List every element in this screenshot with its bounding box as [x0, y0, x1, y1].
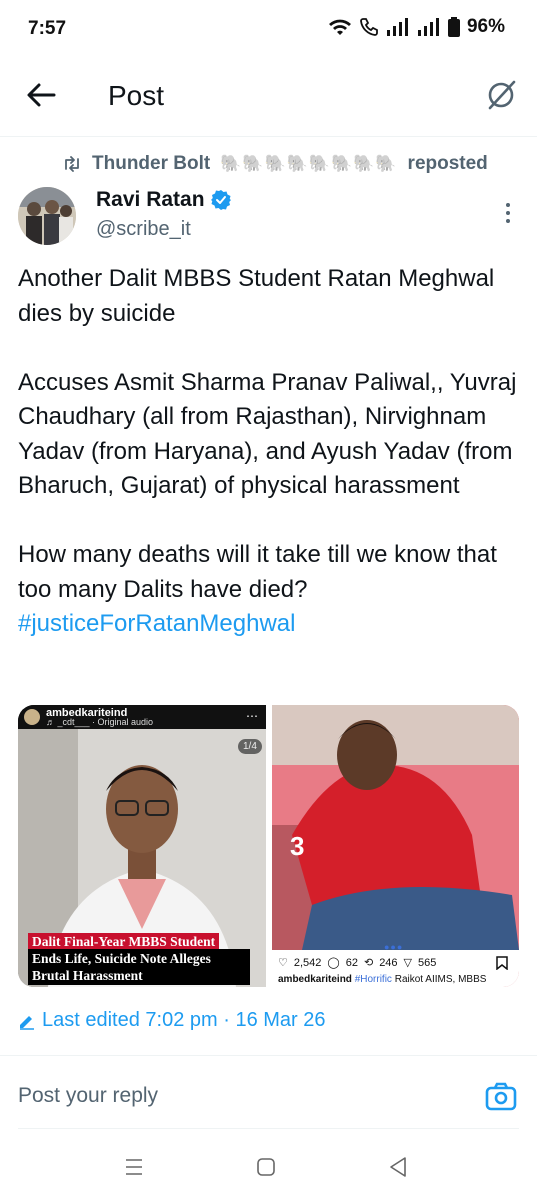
ig-audio-label: ♬ _cdt___ · Original audio [46, 717, 154, 727]
post-paragraph-1: Another Dalit MBBS Student Ratan Meghwal… [18, 265, 495, 327]
likes-count: 2,542 [293, 956, 322, 969]
media-image-1[interactable]: ambedkariteind ♬ _cdt___ · Original audi… [18, 705, 266, 987]
post-paragraph-3: How many deaths will it take till we kno… [18, 541, 497, 603]
media-image-2[interactable]: 3 ●●● ♡ 2,542 ◯ 62 ⟲ 246 ▽ 565 ambedkaritein… [272, 705, 519, 987]
last-edited-text: Last edited 7:02 pm · 16 Mar 26 [42, 1009, 326, 1031]
repost-icon-small: ⟲ [363, 957, 374, 969]
more-vertical-icon[interactable] [498, 200, 518, 226]
ig-more-icon: ⋯ [246, 709, 258, 723]
reply-divider [18, 1128, 519, 1129]
status-time: 7:57 [28, 18, 67, 39]
status-bar: 7:57 96% [0, 0, 537, 60]
author-name-row[interactable]: Ravi Ratan [96, 188, 231, 212]
reposts-count: 246 [379, 956, 398, 969]
battery-icon [447, 17, 460, 37]
caption-black: Ends Life, Suicide Note Alleges Brutal H… [28, 949, 250, 985]
pencil-icon [20, 1015, 34, 1030]
signal-icon-2 [417, 18, 439, 36]
comments-count: 62 [345, 956, 358, 969]
image-counter: 1/4 [238, 739, 262, 754]
ig-caption: ambedkariteind #Horrific Raikot AIIMS, M… [278, 974, 486, 985]
grok-icon[interactable] [484, 78, 518, 112]
author-name: Ravi Ratan [96, 188, 205, 211]
author-handle[interactable]: @scribe_it [96, 218, 191, 241]
ig-caption-user: ambedkariteind [278, 974, 352, 985]
repost-icon [65, 156, 79, 172]
status-icons: 96% [328, 16, 505, 38]
nav-back-icon[interactable] [388, 1156, 408, 1178]
ig-stats: ♡ 2,542 ◯ 62 ⟲ 246 ▽ 565 ambedkariteind #Hor… [272, 950, 519, 987]
page-title: Post [108, 80, 165, 111]
reposter-name: Thunder Bolt [92, 153, 211, 174]
ig-avatar [24, 709, 40, 725]
avatar[interactable] [18, 187, 76, 245]
verified-badge-icon [210, 190, 231, 210]
send-icon: ▽ [403, 957, 413, 969]
shares-count: 565 [418, 956, 437, 969]
man-photo: 3 [272, 705, 519, 950]
header-divider [0, 136, 537, 137]
reposted-label: reposted [407, 153, 488, 174]
last-edited-link[interactable]: Last edited 7:02 pm · 16 Mar 26 [18, 1009, 326, 1032]
arrow-left-icon[interactable] [24, 78, 58, 112]
ig-stats-row: ♡ 2,542 ◯ 62 ⟲ 246 ▽ 565 [278, 956, 437, 970]
call-icon [360, 18, 378, 36]
hashtag-link[interactable]: #justiceForRatanMeghwal [18, 610, 295, 637]
post-text: Another Dalit MBBS Student Ratan Meghwal… [18, 262, 523, 642]
home-icon[interactable] [256, 1157, 276, 1177]
instagram-header: ambedkariteind ♬ _cdt___ · Original audi… [18, 705, 266, 729]
repost-context[interactable]: Thunder Bolt 🐘🐘🐘🐘🐘🐘🐘🐘 reposted [62, 153, 488, 175]
post-paragraph-2: Accuses Asmit Sharma Pranav Paliwal,, Yu… [18, 368, 517, 500]
recent-apps-icon[interactable] [124, 1158, 144, 1176]
svg-text:3: 3 [290, 831, 304, 861]
reposter-emoji: 🐘🐘🐘🐘🐘🐘🐘🐘 [220, 154, 398, 173]
signal-icon [386, 18, 408, 36]
avatar-image [18, 187, 76, 245]
ig-caption-hashtag: #Horrific [354, 974, 392, 985]
battery-level: 96% [466, 16, 505, 37]
divider [0, 1055, 537, 1056]
wifi-icon [328, 19, 351, 35]
reply-input[interactable]: Post your reply [18, 1084, 158, 1108]
bookmark-icon [496, 956, 508, 970]
media-grid: ambedkariteind ♬ _cdt___ · Original audi… [18, 705, 519, 987]
heart-icon: ♡ [278, 957, 288, 969]
comment-icon: ◯ [327, 957, 340, 969]
ig-caption-text: Raikot AIIMS, MBBS [394, 974, 487, 985]
camera-icon[interactable] [484, 1080, 518, 1114]
